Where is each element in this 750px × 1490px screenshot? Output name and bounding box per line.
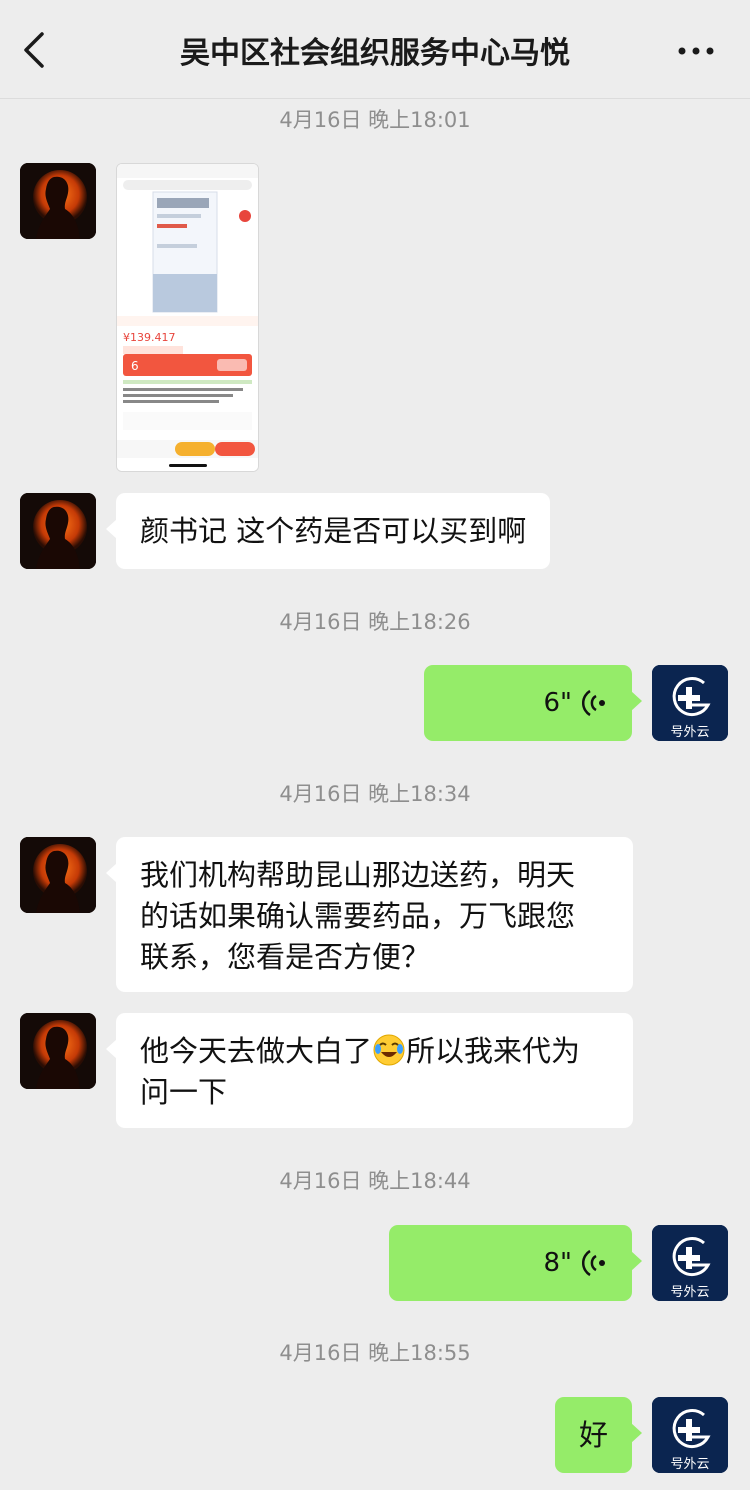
message-timestamp: 4月16日 晚上18:26 bbox=[279, 610, 471, 634]
svg-text:6: 6 bbox=[131, 359, 139, 373]
avatar-label: 号外云 bbox=[670, 1285, 710, 1300]
contact-avatar[interactable] bbox=[20, 1013, 96, 1089]
contact-avatar[interactable] bbox=[20, 837, 96, 913]
more-dots-icon bbox=[678, 47, 714, 55]
message-text-line: 问一下 bbox=[140, 1075, 228, 1109]
image-message[interactable]: ¥139.417 6 bbox=[116, 163, 259, 472]
voice-duration: 8" bbox=[543, 1247, 572, 1278]
message-timestamp: 4月16日 晚上18:01 bbox=[279, 108, 471, 132]
self-avatar[interactable]: 号外云 bbox=[652, 665, 728, 741]
message-text-line: 我们机构帮助昆山那边送药，明天 bbox=[140, 858, 576, 892]
self-avatar[interactable]: 号外云 bbox=[652, 1397, 728, 1473]
voice-message[interactable]: 6" bbox=[424, 665, 642, 741]
silhouette-avatar-icon bbox=[20, 493, 96, 569]
outgoing-message[interactable]: 好 bbox=[555, 1397, 642, 1473]
medicine-product-screenshot: ¥139.417 6 bbox=[117, 164, 258, 471]
message-text: 所以我来代为 bbox=[406, 1034, 581, 1068]
message-text: 他今天去做大白了 bbox=[140, 1034, 373, 1068]
message-timestamp: 4月16日 晚上18:55 bbox=[279, 1341, 471, 1365]
message-timestamp: 4月16日 晚上18:34 bbox=[279, 782, 471, 806]
voice-wave-icon bbox=[582, 689, 605, 717]
incoming-message[interactable]: 颜书记 这个药是否可以买到啊 bbox=[105, 493, 551, 569]
voice-wave-icon bbox=[582, 1249, 605, 1277]
silhouette-avatar-icon bbox=[20, 837, 96, 913]
voice-message[interactable]: 8" bbox=[389, 1225, 642, 1301]
message-text: 好 bbox=[578, 1418, 608, 1452]
message-text-line: 联系，您看是否方便？ bbox=[140, 940, 431, 974]
silhouette-avatar-icon bbox=[20, 1013, 96, 1089]
contact-avatar[interactable] bbox=[20, 493, 96, 569]
crying-laughing-emoji-icon bbox=[373, 1034, 405, 1066]
message-text: 颜书记 这个药是否可以买到啊 bbox=[140, 514, 527, 548]
avatar-label: 号外云 bbox=[670, 1457, 710, 1472]
contact-avatar[interactable] bbox=[20, 163, 96, 239]
voice-duration: 6" bbox=[543, 687, 572, 718]
more-button[interactable] bbox=[676, 36, 720, 66]
silhouette-avatar-icon bbox=[20, 163, 96, 239]
incoming-message[interactable]: 我们机构帮助昆山那边送药，明天 的话如果确认需要药品，万飞跟您 联系，您看是否方… bbox=[106, 837, 633, 992]
avatar-label: 号外云 bbox=[670, 725, 710, 740]
message-text-line: 的话如果确认需要药品，万飞跟您 bbox=[140, 899, 576, 933]
message-timestamp: 4月16日 晚上18:44 bbox=[279, 1169, 471, 1193]
self-avatar[interactable]: 号外云 bbox=[652, 1225, 728, 1301]
chat-header: 吴中区社会组织服务中心马悦 bbox=[0, 0, 750, 99]
incoming-message[interactable]: 他今天去做大白了 所以我来代为 问一下 bbox=[106, 1013, 633, 1128]
chat-title: 吴中区社会组织服务中心马悦 bbox=[180, 36, 570, 71]
svg-text:¥139.417: ¥139.417 bbox=[123, 331, 176, 344]
